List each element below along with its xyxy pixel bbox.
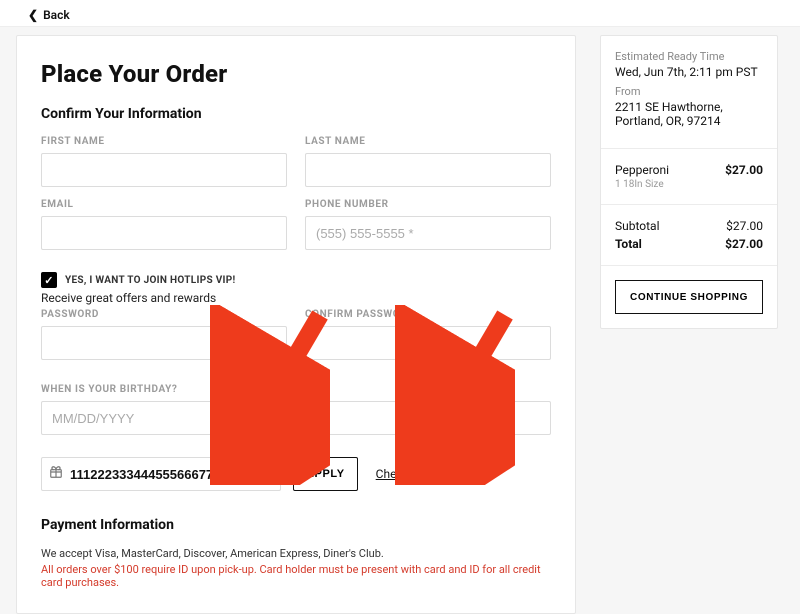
item-detail: 1 18In Size (615, 179, 763, 190)
first-name-input[interactable] (41, 153, 287, 187)
gift-card-input[interactable] (41, 457, 281, 491)
gift-card-icon (49, 465, 63, 483)
continue-shopping-button[interactable]: CONTINUE SHOPPING (615, 280, 763, 314)
item-name: Pepperoni (615, 163, 669, 177)
email-input[interactable] (41, 216, 287, 250)
order-form-card: Place Your Order Confirm Your Informatio… (16, 35, 576, 614)
confirm-password-label: CONFIRM PASSWORD (305, 309, 551, 320)
from-value: 2211 SE Hawthorne, Portland, OR, 97214 (615, 100, 763, 128)
password-label: PASSWORD (41, 309, 287, 320)
payment-accept-text: We accept Visa, MasterCard, Discover, Am… (41, 547, 551, 560)
first-name-label: FIRST NAME (41, 136, 287, 147)
subtotal-label: Subtotal (615, 219, 660, 233)
payment-warning-text: All orders over $100 require ID upon pic… (41, 563, 551, 589)
birthday-label: WHEN IS YOUR BIRTHDAY? (41, 384, 551, 395)
email-label: EMAIL (41, 199, 287, 210)
confirm-password-input[interactable] (305, 326, 551, 360)
total-label: Total (615, 237, 642, 251)
line-item: Pepperoni $27.00 (615, 163, 763, 177)
subtotal-value: $27.00 (726, 219, 763, 233)
phone-label: PHONE NUMBER (305, 199, 551, 210)
apply-button[interactable]: APPLY (293, 457, 358, 491)
vip-checkbox[interactable]: ✓ (41, 272, 57, 288)
confirm-heading: Confirm Your Information (41, 106, 551, 122)
vip-subtext: Receive great offers and rewards (41, 291, 551, 305)
from-label: From (615, 85, 763, 98)
ready-time-label: Estimated Ready Time (615, 50, 763, 63)
last-name-input[interactable] (305, 153, 551, 187)
payment-heading: Payment Information (41, 517, 551, 533)
back-label: Back (43, 8, 70, 22)
item-price: $27.00 (725, 163, 763, 177)
back-link[interactable]: ❮ Back (0, 0, 800, 27)
chevron-left-icon: ❮ (28, 8, 38, 22)
ready-time-value: Wed, Jun 7th, 2:11 pm PST (615, 65, 763, 79)
check-balance-link[interactable]: Check Balance (376, 467, 455, 481)
order-summary-card: Estimated Ready Time Wed, Jun 7th, 2:11 … (600, 35, 778, 329)
total-value: $27.00 (725, 237, 763, 251)
birthday-input[interactable] (41, 401, 551, 435)
vip-label: YES, I WANT TO JOIN HOTLIPS VIP! (65, 275, 236, 286)
last-name-label: LAST NAME (305, 136, 551, 147)
password-input[interactable] (41, 326, 287, 360)
page-title: Place Your Order (41, 60, 551, 88)
phone-input[interactable] (305, 216, 551, 250)
